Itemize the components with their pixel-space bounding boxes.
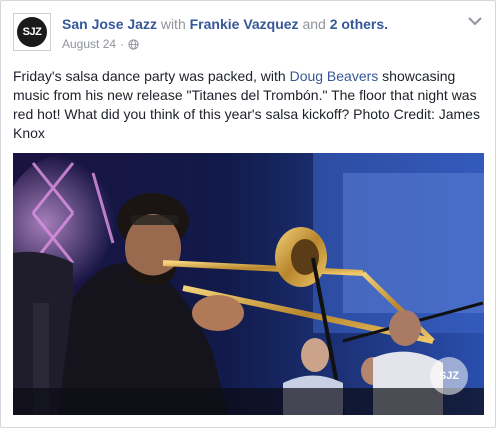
tagged-person-link[interactable]: Frankie Vazquez bbox=[190, 16, 299, 32]
post-card: SJZ San Jose Jazz with Frankie Vazquez a… bbox=[0, 0, 496, 428]
post-header: San Jose Jazz with Frankie Vazquez and 2… bbox=[62, 15, 388, 33]
and-text: and bbox=[302, 16, 326, 32]
chevron-down-icon[interactable] bbox=[467, 15, 483, 27]
mention-link[interactable]: Doug Beavers bbox=[290, 68, 379, 84]
author-link[interactable]: San Jose Jazz bbox=[62, 16, 157, 32]
avatar-logo: SJZ bbox=[17, 17, 47, 47]
post-text-start: Friday's salsa dance party was packed, w… bbox=[13, 68, 290, 84]
others-link[interactable]: 2 others. bbox=[330, 16, 388, 32]
with-text: with bbox=[160, 16, 186, 32]
sjz-watermark: SJZ bbox=[430, 357, 468, 395]
meta-separator: · bbox=[120, 37, 125, 51]
concert-photo-illustration bbox=[13, 153, 484, 415]
post-photo[interactable]: SJZ bbox=[13, 153, 484, 415]
post-date[interactable]: August 24 bbox=[62, 37, 116, 51]
globe-icon[interactable] bbox=[128, 38, 139, 50]
page-avatar[interactable]: SJZ bbox=[13, 13, 51, 51]
post-body: Friday's salsa dance party was packed, w… bbox=[13, 67, 489, 143]
post-meta: August 24 · bbox=[62, 37, 139, 51]
